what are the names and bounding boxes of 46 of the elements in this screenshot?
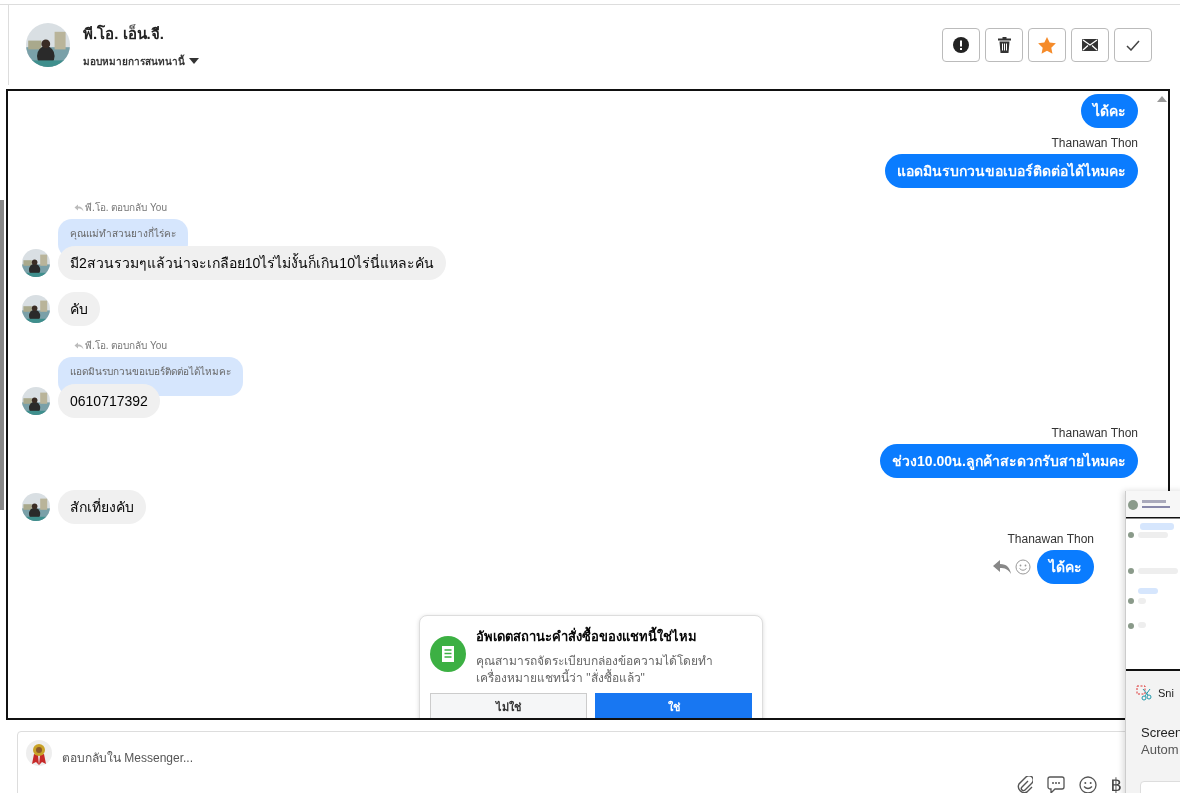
emoji-button[interactable]: [1078, 776, 1097, 793]
saved-reply-button[interactable]: [1046, 776, 1065, 793]
mail-button[interactable]: [1071, 28, 1109, 62]
scissors-icon: [1136, 685, 1152, 701]
prompt-message: คุณสามารถจัดระเบียบกล่องข้อความได้โดยทำเครื่องหมายแชทนี้ว่า "สั่งซื้อแล้ว": [476, 653, 714, 687]
reply-icon[interactable]: [993, 559, 1011, 575]
reply-label: พี.โอ. ตอบกลับ You: [85, 339, 167, 353]
reply-label: พี.โอ. ตอบกลับ You: [85, 201, 167, 215]
app-name: Sni: [1158, 687, 1174, 699]
attach-button[interactable]: [1016, 776, 1033, 793]
message-bubble: มี2สวนรวมๆแล้วน่าจะเกลือย10ไร่ไม่งั้นก็เกิน10ไร่นี่แหละคัน: [58, 246, 446, 280]
paperclip-icon: [1016, 776, 1033, 793]
emoji-icon: [1078, 776, 1097, 793]
check-icon: [1126, 39, 1140, 51]
payment-button[interactable]: ฿: [1110, 774, 1122, 793]
cancel-button[interactable]: ไม่ใช่: [430, 693, 587, 718]
assign-dropdown[interactable]: มอบหมายการสนทนานี้: [83, 53, 942, 69]
sender-name: Thanawan Thon: [1051, 136, 1138, 150]
delete-button[interactable]: [985, 28, 1023, 62]
message-bubble: แอดมินรบกวนขอเบอร์ติดต่อได้ไหมคะ: [885, 154, 1138, 188]
message-bubble: ได้คะ: [1081, 94, 1138, 128]
prompt-title: อัพเดตสถานะคำสั่งซื้อของแชทนี้ใช่ไหม: [476, 626, 752, 647]
chat-bubble-icon: [1046, 776, 1065, 793]
scroll-up-icon[interactable]: [1156, 95, 1168, 103]
reply-field[interactable]: ตอบกลับใน Messenger...: [62, 748, 194, 767]
alert-icon: [953, 37, 969, 53]
contact-name: พี.โอ. เอ็น.จี.: [83, 23, 165, 44]
message-bubble: คับ: [58, 292, 100, 326]
caret-icon: [189, 58, 199, 64]
trash-icon: [997, 37, 1011, 53]
reply-icon: [74, 203, 84, 212]
star-button[interactable]: [1028, 28, 1066, 62]
message-bubble: ได้คะ: [1037, 550, 1094, 584]
sender-name: Thanawan Thon: [1007, 532, 1094, 546]
receipt-icon: [430, 636, 466, 672]
notification-subtitle: Autom: [1141, 742, 1180, 757]
message-bubble: 0610717392: [58, 384, 160, 418]
message-bubble: สักเที่ยงคับ: [58, 490, 146, 524]
envelope-icon: [1082, 39, 1098, 51]
medal-icon: [26, 740, 52, 766]
done-button[interactable]: [1114, 28, 1152, 62]
sender-name: Thanawan Thon: [1051, 426, 1138, 440]
message-bubble: ช่วง10.00น.ลูกค้าสะดวกรับสายไหมคะ: [880, 444, 1138, 478]
reply-icon: [74, 341, 84, 350]
alert-button[interactable]: [942, 28, 980, 62]
confirm-button[interactable]: ใช่: [595, 693, 752, 718]
